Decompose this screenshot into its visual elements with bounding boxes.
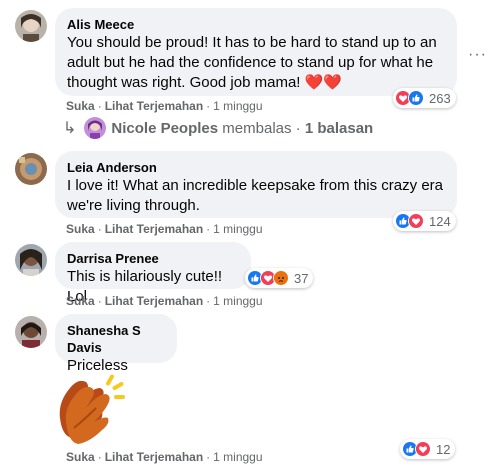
see-translation-link[interactable]: Lihat Terjemahan: [105, 294, 203, 308]
love-reaction-icon: [415, 441, 431, 457]
see-translation-link[interactable]: Lihat Terjemahan: [105, 222, 203, 236]
more-options-icon[interactable]: ···: [468, 46, 487, 64]
comment-bubble: Shanesha S Davis Priceless: [55, 314, 177, 374]
comment-actions: Suka · Lihat Terjemahan · 1 minggu: [66, 222, 263, 236]
reaction-summary[interactable]: 37: [245, 268, 314, 288]
timestamp[interactable]: 1 minggu: [213, 450, 262, 464]
love-reaction-icon: [408, 213, 424, 229]
comment-bubble: Darrisa Prenee This is hilariously cute!…: [55, 242, 251, 305]
comment-text-line: we're living through.: [67, 197, 200, 214]
view-replies-link[interactable]: ↳ Nicole Peoples membalas · 1 balasan: [63, 117, 373, 139]
reply-author[interactable]: Nicole Peoples: [111, 120, 218, 137]
comment-text-line: I love it! What an incredible keepsake f…: [67, 177, 443, 194]
reaction-count: 12: [436, 441, 451, 457]
comment-actions: Suka · Lihat Terjemahan · 1 minggu: [66, 294, 263, 308]
like-link[interactable]: Suka: [66, 99, 95, 113]
like-link[interactable]: Suka: [66, 294, 95, 308]
comment-actions: Suka · Lihat Terjemahan · 1 minggu: [66, 99, 263, 113]
timestamp[interactable]: 1 minggu: [213, 99, 262, 113]
reply-arrow-icon: ↳: [63, 120, 77, 137]
reaction-summary[interactable]: 124: [393, 211, 456, 231]
comment-text-line: adult but he had the confidence to stand…: [67, 54, 434, 71]
clapping-hands-sticker[interactable]: [52, 366, 132, 446]
like-link[interactable]: Suka: [66, 450, 95, 464]
reaction-summary[interactable]: 12: [400, 439, 456, 459]
reaction-count: 37: [294, 270, 309, 286]
see-translation-link[interactable]: Lihat Terjemahan: [105, 99, 203, 113]
avatar[interactable]: [15, 153, 47, 185]
comment-bubble: Leia Anderson I love it! What an incredi…: [55, 151, 457, 218]
comment-author[interactable]: Alis Meece: [67, 16, 445, 33]
reply-count[interactable]: 1 balasan: [305, 120, 373, 137]
comment-author[interactable]: Darrisa Prenee: [67, 250, 239, 267]
avatar: [84, 117, 107, 139]
separator: ·: [295, 119, 301, 137]
comment-bubble: Alis Meece You should be proud! It has t…: [55, 8, 457, 96]
avatar[interactable]: [15, 10, 47, 42]
comment-text-line: You should be proud! It has to be hard t…: [67, 34, 437, 51]
timestamp[interactable]: 1 minggu: [213, 222, 262, 236]
reaction-count: 263: [429, 90, 451, 106]
comment-author[interactable]: Shanesha S Davis: [67, 322, 165, 356]
comment-text-line: thought was right. Good job mama! ❤️❤️: [67, 74, 342, 91]
reply-text: membalas: [222, 119, 292, 137]
reaction-summary[interactable]: 263: [393, 88, 456, 108]
sparkle-lines: [106, 374, 125, 399]
like-link[interactable]: Suka: [66, 222, 95, 236]
see-translation-link[interactable]: Lihat Terjemahan: [105, 450, 203, 464]
reaction-count: 124: [429, 213, 451, 229]
comment-actions: Suka · Lihat Terjemahan · 1 minggu: [66, 450, 263, 464]
avatar[interactable]: [15, 244, 47, 276]
angry-reaction-icon: [273, 270, 289, 286]
comment-author[interactable]: Leia Anderson: [67, 159, 445, 176]
timestamp[interactable]: 1 minggu: [213, 294, 262, 308]
avatar[interactable]: [15, 316, 47, 348]
like-reaction-icon: [408, 90, 424, 106]
